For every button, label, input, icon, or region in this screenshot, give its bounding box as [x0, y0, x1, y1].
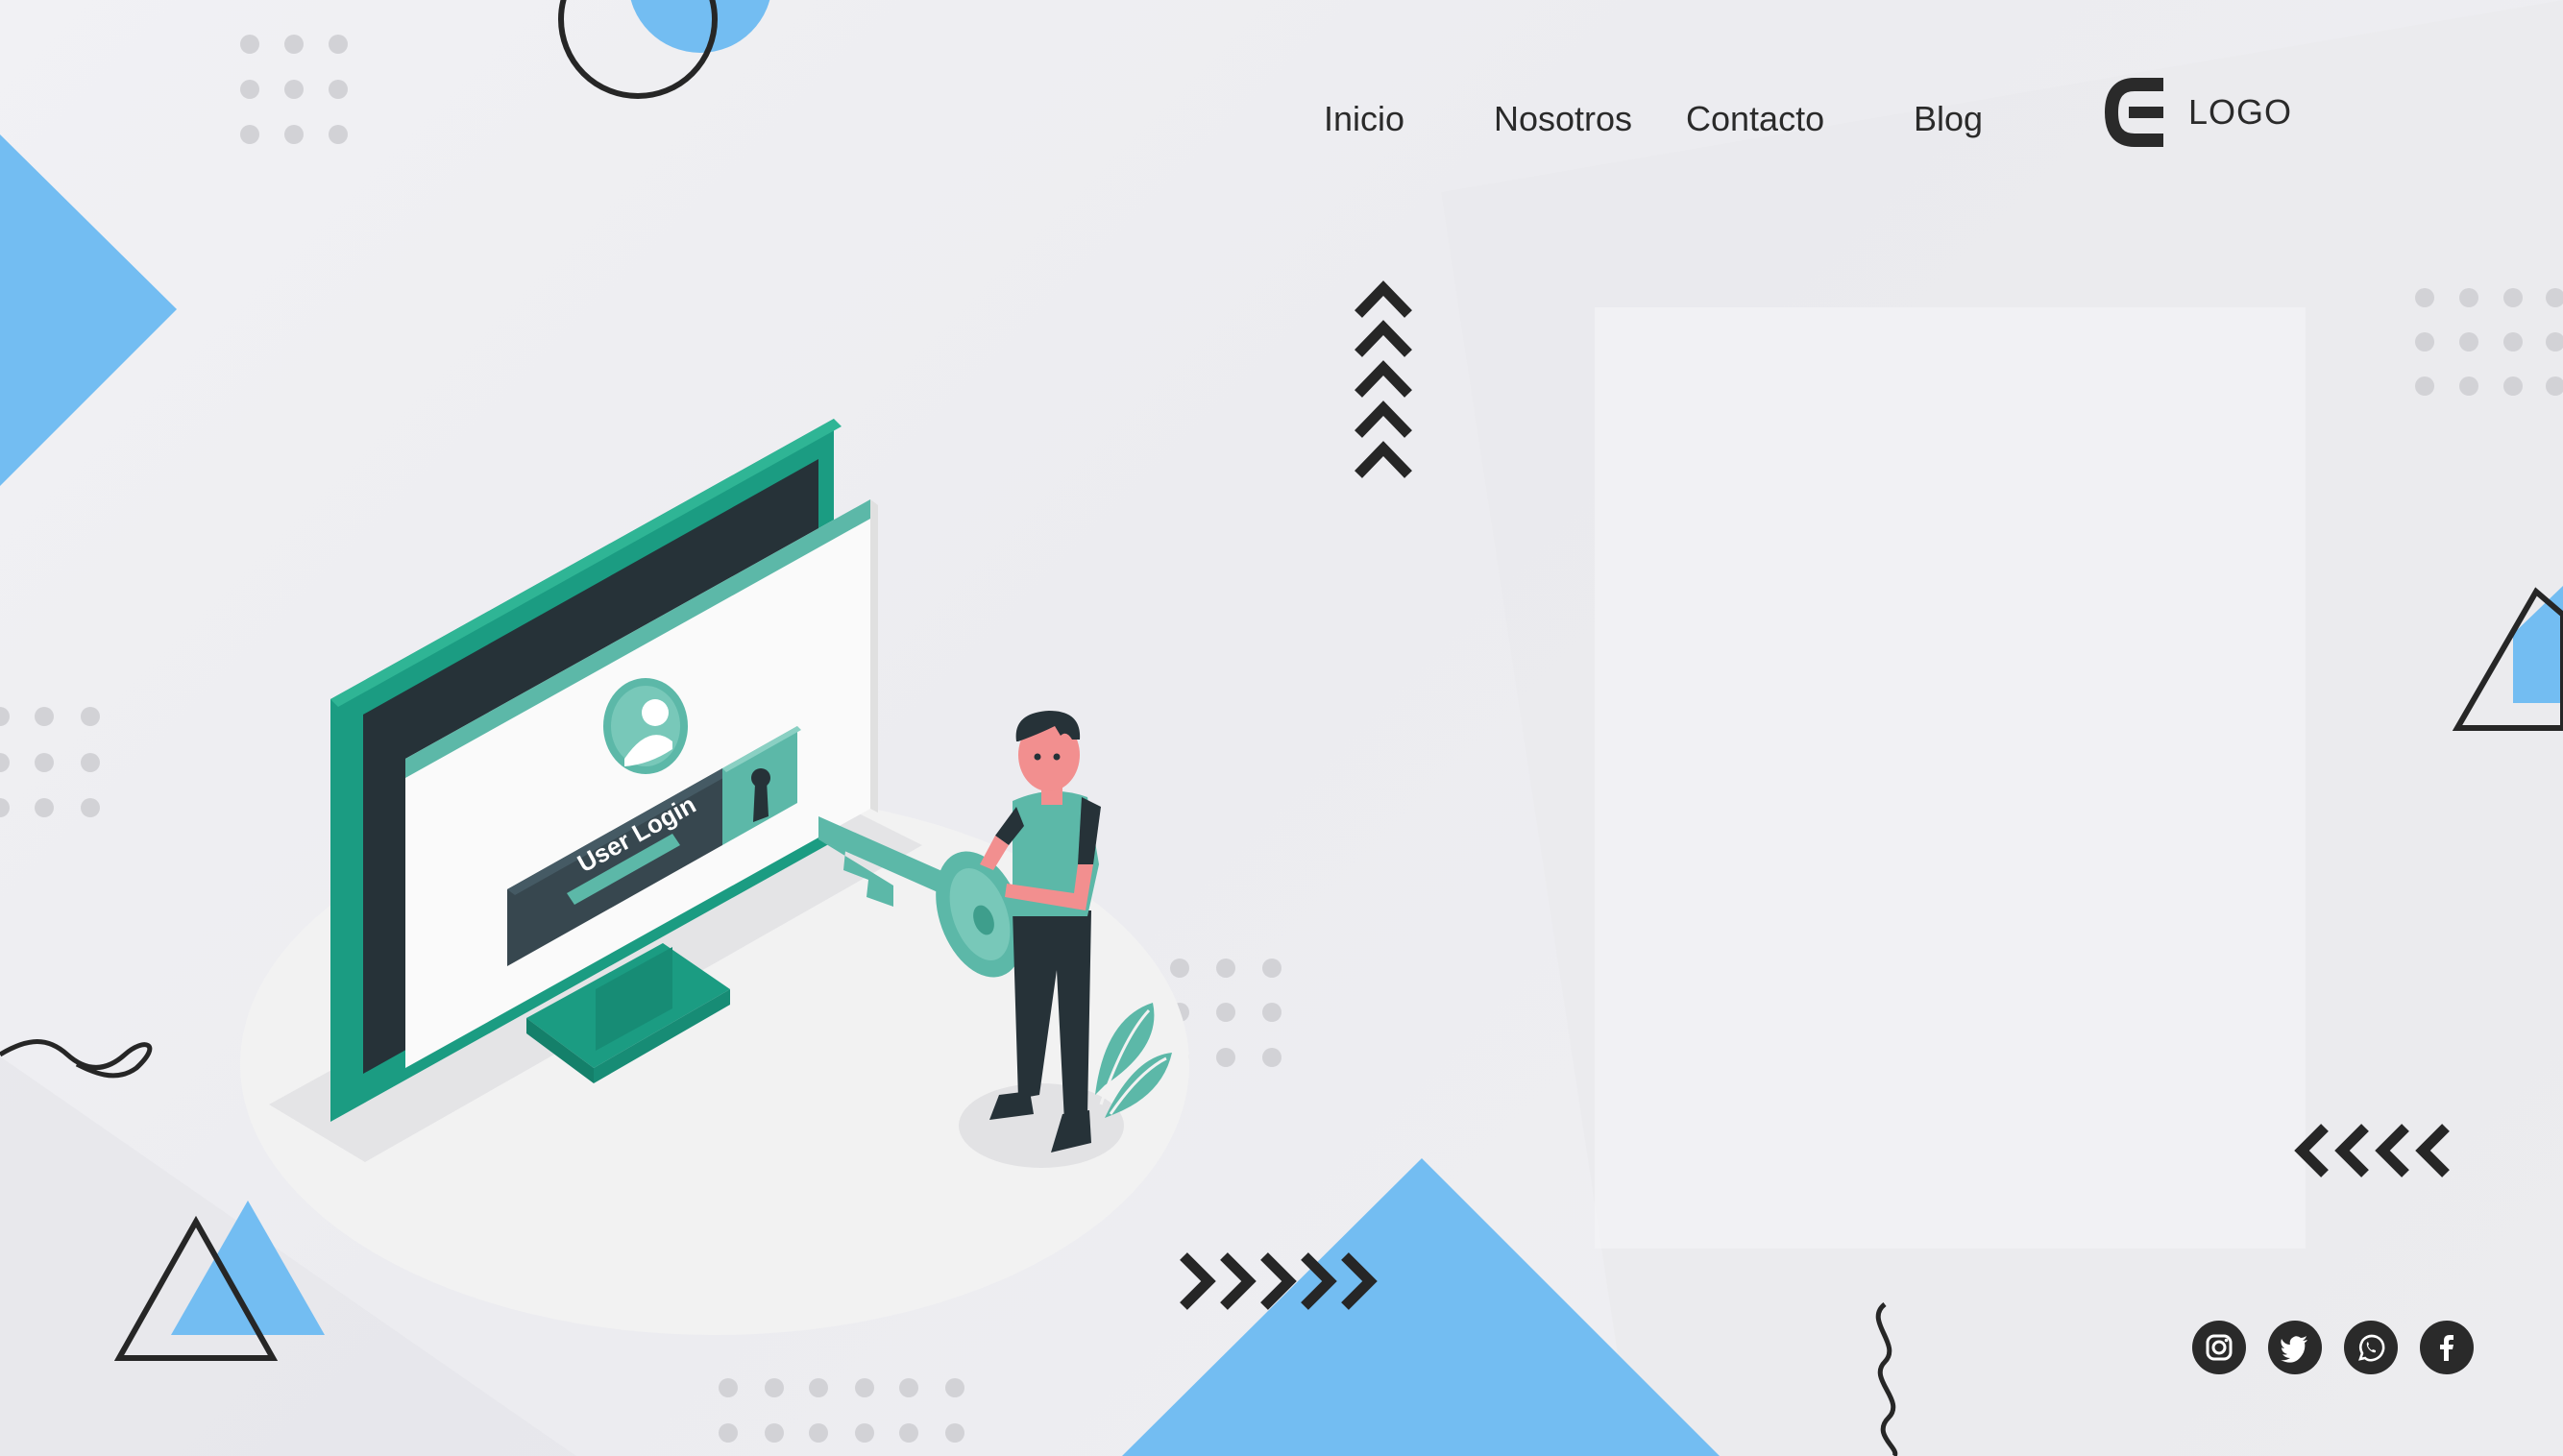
- facebook-icon: [2440, 1335, 2453, 1361]
- logo-mark-icon: [2104, 78, 2163, 147]
- nav-link-nosotros[interactable]: Nosotros: [1494, 96, 1632, 142]
- landing-page: User Login Inicio Nosotros Contacto Blog…: [0, 0, 2563, 1456]
- nav-link-blog[interactable]: Blog: [1914, 96, 1983, 142]
- instagram-button[interactable]: [2192, 1321, 2246, 1374]
- brand-logo[interactable]: LOGO: [2104, 75, 2292, 150]
- nav-link-inicio[interactable]: Inicio: [1324, 96, 1404, 142]
- facebook-button[interactable]: [2420, 1321, 2474, 1374]
- twitter-icon: [2281, 1336, 2307, 1363]
- instagram-icon: [2206, 1334, 2233, 1361]
- hero-illustration: [240, 419, 1189, 1335]
- logo-text: LOGO: [2188, 92, 2293, 132]
- twitter-button[interactable]: [2268, 1321, 2322, 1374]
- whatsapp-icon: [2358, 1334, 2385, 1362]
- whatsapp-button[interactable]: [2344, 1321, 2398, 1374]
- nav-link-contacto[interactable]: Contacto: [1686, 96, 1824, 142]
